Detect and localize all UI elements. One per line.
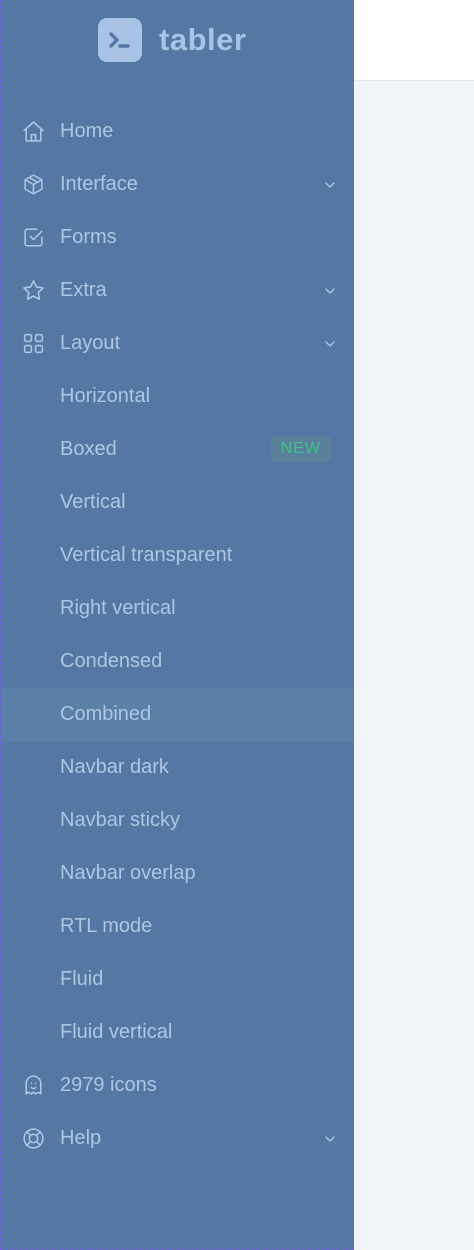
layout-item-fluid[interactable]: Fluid bbox=[1, 953, 353, 1006]
sidebar-item-label: Navbar sticky bbox=[60, 809, 181, 831]
layout-item-horizontal[interactable]: Horizontal bbox=[1, 370, 353, 423]
sidebar-item-label: Layout bbox=[60, 332, 121, 354]
sidebar-item-label: Home bbox=[60, 120, 114, 142]
ghost-icon bbox=[25, 1075, 42, 1095]
layout-item-navbar-overlap[interactable]: Navbar overlap bbox=[1, 847, 353, 900]
sidebar-item-label: Condensed bbox=[60, 650, 163, 672]
home-icon bbox=[23, 121, 44, 142]
sidebar-item-label: RTL mode bbox=[60, 915, 153, 937]
terminal-icon bbox=[98, 18, 142, 62]
sidebar-item-label: Fluid bbox=[60, 968, 104, 990]
brand[interactable]: tabler bbox=[98, 18, 246, 62]
chevron-down-icon bbox=[325, 288, 335, 294]
sidebar: tabler Home Interface Forms Extra Layout… bbox=[0, 0, 354, 1250]
sidebar-item-label: Combined bbox=[60, 703, 152, 725]
new-badge: NEW bbox=[270, 436, 331, 462]
checkbox-icon bbox=[24, 228, 43, 247]
sidebar-item-label: Boxed bbox=[60, 438, 117, 460]
top-header-bar bbox=[354, 0, 474, 81]
lifebuoy-icon bbox=[23, 1128, 44, 1149]
sidebar-item-label: Vertical transparent bbox=[60, 544, 233, 566]
sidebar-item-label: Right vertical bbox=[60, 597, 176, 619]
chevron-down-icon bbox=[325, 1136, 335, 1142]
chevron-down-icon bbox=[325, 341, 335, 347]
sidebar-item-icons[interactable]: 2979 icons bbox=[1, 1059, 353, 1112]
sidebar-item-label: Fluid vertical bbox=[60, 1021, 173, 1043]
layout-item-right-vertical[interactable]: Right vertical bbox=[1, 582, 353, 635]
sidebar-item-label: Vertical bbox=[60, 491, 126, 513]
sidebar-item-label: Horizontal bbox=[60, 385, 151, 407]
layout-item-navbar-dark[interactable]: Navbar dark bbox=[1, 741, 353, 794]
layout-item-fluid-vertical[interactable]: Fluid vertical bbox=[1, 1006, 353, 1059]
sidebar-item-label: Help bbox=[60, 1127, 102, 1149]
sidebar-item-layout[interactable]: Layout bbox=[1, 317, 353, 370]
layout-grid-icon bbox=[23, 333, 44, 354]
layout-item-navbar-sticky[interactable]: Navbar sticky bbox=[1, 794, 353, 847]
layout-item-combined[interactable]: Combined bbox=[1, 688, 353, 741]
sidebar-item-extra[interactable]: Extra bbox=[1, 264, 353, 317]
layout-item-rtl-mode[interactable]: RTL mode bbox=[1, 900, 353, 953]
package-icon bbox=[24, 174, 43, 195]
sidebar-item-label: Forms bbox=[60, 226, 117, 248]
layout-item-vertical[interactable]: Vertical bbox=[1, 476, 353, 529]
star-icon bbox=[23, 280, 44, 301]
layout-item-condensed[interactable]: Condensed bbox=[1, 635, 353, 688]
sidebar-nav: Home Interface Forms Extra Layout Horizo… bbox=[1, 105, 353, 1165]
main-content-area bbox=[354, 81, 474, 1250]
layout-item-boxed[interactable]: Boxed NEW bbox=[1, 423, 353, 476]
sidebar-item-forms[interactable]: Forms bbox=[1, 211, 353, 264]
brand-name: tabler bbox=[159, 22, 247, 57]
layout-item-vertical-transparent[interactable]: Vertical transparent bbox=[1, 529, 353, 582]
sidebar-item-label: Extra bbox=[60, 279, 107, 301]
sidebar-item-label: Interface bbox=[60, 173, 138, 195]
sidebar-item-label: Navbar dark bbox=[60, 756, 169, 778]
sidebar-item-home[interactable]: Home bbox=[1, 105, 353, 158]
sidebar-item-label: 2979 icons bbox=[60, 1074, 157, 1096]
sidebar-item-help[interactable]: Help bbox=[1, 1112, 353, 1165]
chevron-down-icon bbox=[325, 182, 335, 188]
sidebar-item-interface[interactable]: Interface bbox=[1, 158, 353, 211]
sidebar-item-label: Navbar overlap bbox=[60, 862, 196, 884]
